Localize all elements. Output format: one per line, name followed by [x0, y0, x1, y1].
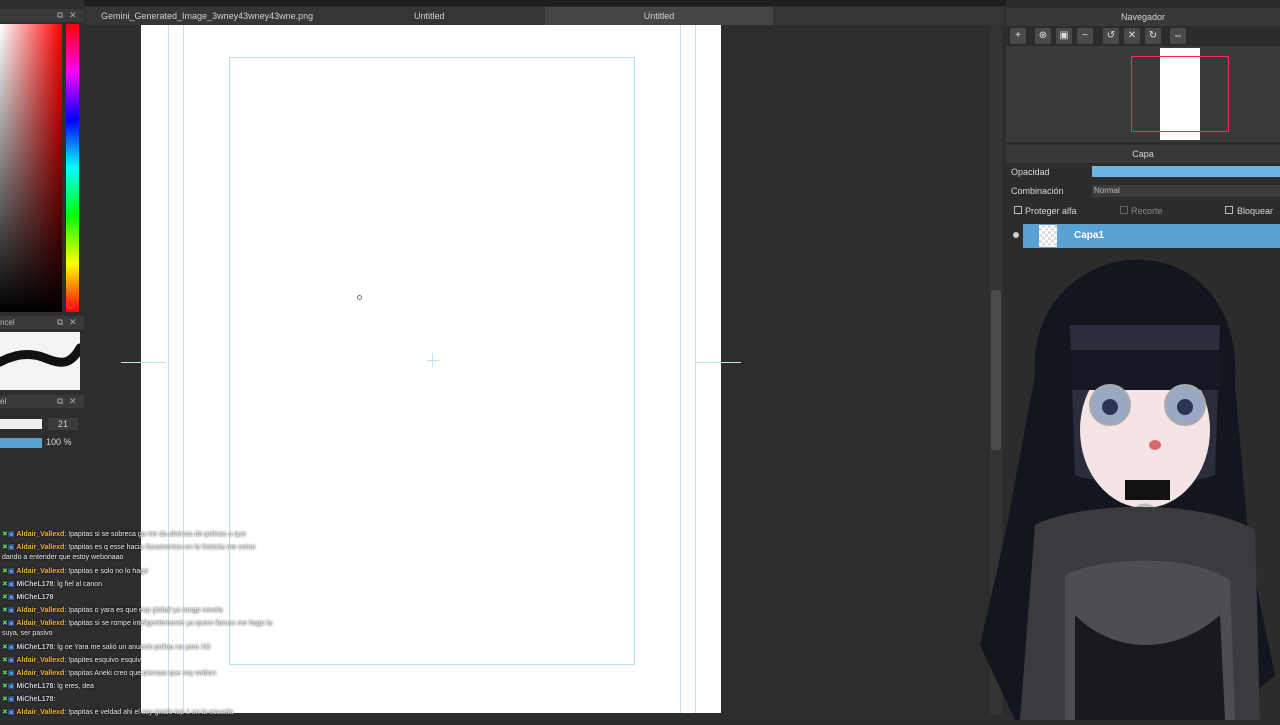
chat-message: ✖▣ Aldair_Vallexd: !papitas si se rompe … [2, 620, 273, 627]
brush-size-slider[interactable] [0, 419, 42, 429]
protect-alpha-checkbox[interactable] [1014, 206, 1022, 214]
chat-message: ✖▣ Aldair_Vallexd: !papites esquivo esqu… [2, 657, 141, 664]
chat-message: ✖▣ MiCheL178: lg oe Yara me salió un anu… [2, 644, 211, 651]
tab-document-2[interactable]: Untitled [414, 7, 534, 25]
zoom-in-icon[interactable]: + [1010, 28, 1026, 44]
zoom-in-icon[interactable]: ⊕ [1035, 28, 1051, 44]
layer-panel-header: Capa [1006, 145, 1280, 163]
rotate-right-icon[interactable]: ↻ [1145, 28, 1161, 44]
protect-alpha-label: Proteger alfa [1025, 206, 1077, 216]
reset-icon[interactable]: ✕ [1124, 28, 1140, 44]
blend-mode-select[interactable]: Normal [1092, 185, 1280, 197]
tab-document-3[interactable]: Untitled [545, 7, 773, 25]
close-icon[interactable]: ✕ [69, 9, 77, 22]
brush-panel-header: ncel ⧉ ✕ [0, 316, 84, 329]
color-panel-header: ⧉ ✕ [0, 9, 84, 22]
chat-message: suya, ser pasivo [2, 630, 53, 637]
chat-message: ✖▣ MiCheL178 [2, 594, 54, 601]
chat-message: dando a entender que estoy webonaao [2, 554, 124, 561]
zoom-out-icon[interactable]: − [1077, 28, 1093, 44]
hue-cursor[interactable] [66, 300, 75, 309]
layer-thumbnail [1039, 225, 1057, 247]
popout-icon[interactable]: ⧉ [57, 316, 63, 329]
chat-message: ✖▣ MiCheL178: [2, 696, 56, 703]
fit-icon[interactable]: ▣ [1056, 28, 1072, 44]
chat-message: ✖▣ Aldair_Vallexd: !papitas es q esse ha… [2, 544, 256, 551]
hue-slider[interactable] [66, 24, 79, 312]
layer-opacity-slider[interactable] [1092, 166, 1280, 177]
clipping-label: Recorte [1131, 206, 1163, 216]
rotate-left-icon[interactable]: ↺ [1103, 28, 1119, 44]
popout-icon[interactable]: ⧉ [57, 395, 63, 408]
clipping-checkbox[interactable] [1120, 206, 1128, 214]
chat-message: ✖▣ Aldair_Vallexd: !papitas o yara es qu… [2, 607, 223, 614]
vtuber-avatar [975, 255, 1280, 720]
chat-message: ✖▣ MiCheL178: lg fiel al canon [2, 581, 103, 588]
brush-opacity-value: 100 % [46, 437, 72, 447]
brush-size-value[interactable]: 21 [48, 418, 78, 430]
lock-label: Bloquear [1237, 206, 1274, 216]
chat-message: ✖▣ Aldair_Vallexd: !papitas Aneki creo q… [2, 670, 217, 677]
popout-icon[interactable]: ⧉ [57, 9, 63, 22]
layer-row[interactable] [1023, 224, 1280, 248]
opacity-label: Opacidad [1011, 167, 1050, 177]
brush-stroke-preview [0, 332, 80, 390]
blend-label: Combinación [1011, 186, 1064, 196]
stream-chat-overlay: ✖▣ Aldair_Vallexd: !papitas si se sobrec… [0, 528, 300, 720]
brush-panel-title: ncel [0, 318, 15, 327]
close-icon[interactable]: ✕ [69, 395, 77, 408]
tab-document-1[interactable]: Gemini_Generated_Image_3wney43wney43wne.… [101, 7, 313, 25]
navigator-view-frame[interactable] [1131, 56, 1229, 132]
chat-message: ✖▣ Aldair_Vallexd: !papitas e veldad ahi… [2, 709, 234, 716]
brush-opacity-slider[interactable] [0, 438, 42, 448]
layer-visibility-icon[interactable] [1013, 232, 1019, 238]
layer-name: Capa1 [1074, 230, 1105, 241]
brush-size-panel-header: el ⧉ ✕ [0, 395, 84, 408]
color-saturation-square[interactable] [0, 24, 62, 312]
brush-size-panel-title: el [0, 397, 7, 406]
lock-checkbox[interactable] [1225, 206, 1233, 214]
chat-message: ✖▣ Aldair_Vallexd: !papitas e solo no lo… [2, 568, 148, 575]
navigator-header: Navegador [1006, 8, 1280, 26]
chat-message: ✖▣ MiCheL178: lg eres, dea [2, 683, 94, 690]
chat-message: ✖▣ Aldair_Vallexd: !papitas si se sobrec… [2, 531, 247, 538]
close-icon[interactable]: ✕ [69, 316, 77, 329]
flip-icon[interactable]: ⇔ [1170, 28, 1186, 44]
brush-cursor [357, 295, 362, 300]
document-tab-bar: Gemini_Generated_Image_3wney43wney43wne.… [85, 7, 1005, 25]
